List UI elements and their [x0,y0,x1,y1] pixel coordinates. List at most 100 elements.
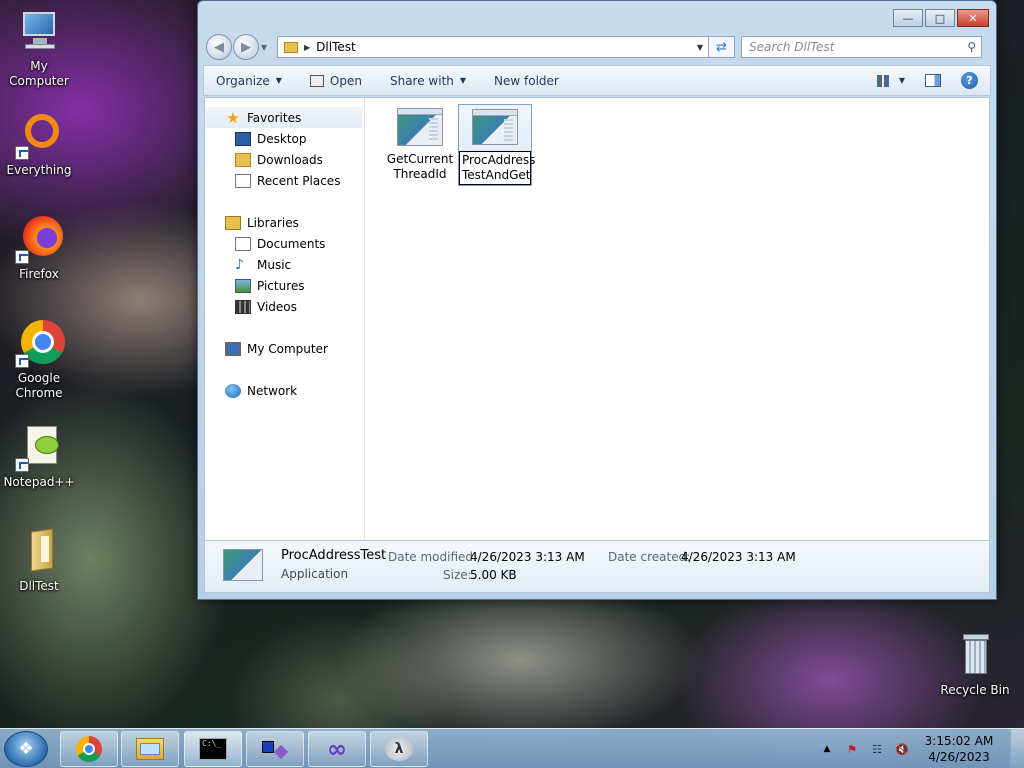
shortcut-arrow-icon [15,250,29,264]
size-label: Size: [443,568,472,582]
search-input[interactable]: Search DllTest ⚲ [741,36,982,58]
nav-item-my-computer[interactable]: My Computer [205,338,364,359]
minimize-button[interactable]: — [893,9,923,27]
chevron-down-icon: ▼ [275,76,282,85]
desktop-icon [235,131,251,146]
folder-icon [284,41,298,53]
view-dropdown-icon[interactable]: ▼ [899,76,905,85]
navigation-pane: ★ Favorites Desktop Downloads Recent Pla… [205,98,365,540]
everything-icon [15,112,63,160]
organize-button[interactable]: Organize ▼ [216,74,282,88]
nav-item-label: Downloads [257,152,323,167]
file-name-line: GetCurrent [386,152,454,166]
forward-button[interactable]: ▶ [233,34,259,60]
share-with-label: Share with [389,73,454,88]
desktop-icon-label: Everything [6,163,72,177]
taskbar: ❖ C:\_ ∞ λ ▲ ⚑ ☷ 🔇 3:15:02 AM 4/26/2023 [0,728,1024,768]
nav-item-label: Music [257,257,292,272]
show-desktop-button[interactable] [1010,729,1024,768]
shortcut-arrow-icon [15,354,29,368]
close-button[interactable]: ✕ [957,9,989,27]
computer-icon [225,341,241,356]
recycle-bin-icon [951,632,999,680]
rename-input[interactable]: ProcAddress TestAndGet [459,151,536,185]
desktop-icon-label: Notepad++ [3,475,75,489]
help-icon[interactable]: ? [961,72,978,89]
date-modified-label: Date modified: [388,550,478,564]
desktop-icon-label: DllTest [19,579,59,593]
desktop-icon-label: My Computer [9,59,69,88]
desktop-icon-recycle-bin[interactable]: Recycle Bin [937,632,1013,698]
size-value: 5.00 KB [470,568,517,582]
nav-item-label: Desktop [257,131,307,146]
details-pane: ProcAddressTest Application Date modifie… [204,541,990,593]
breadcrumb-current-folder[interactable]: DllTest [316,40,356,54]
nav-item-libraries[interactable]: Libraries [205,212,364,233]
breadcrumb-arrow-icon[interactable]: ▶ [304,43,310,52]
organize-label: Organize [216,73,270,88]
desktop-icon-google-chrome[interactable]: Google Chrome [1,320,77,401]
preview-pane-icon[interactable] [925,74,941,87]
start-button[interactable]: ❖ [4,731,48,767]
new-folder-button[interactable]: New folder [494,74,559,88]
desktop-icon-dlltest[interactable]: DllTest [1,528,77,594]
computer-icon [15,8,63,56]
taskbar-lambda-button[interactable]: λ [370,731,428,767]
desktop-icon-everything[interactable]: Everything [1,112,77,178]
windows-logo-icon: ❖ [18,739,34,759]
command-bar: Organize ▼ Open Share with ▼ New folder … [203,65,991,96]
explorer-window: — □ ✕ ◀ ▶ ▼ ▶ DllTest ▼ ⇄ Search DllTest… [197,0,997,600]
action-center-flag-icon[interactable]: ⚑ [843,741,861,757]
rename-text-line: ProcAddress [462,153,536,167]
back-button[interactable]: ◀ [206,34,232,60]
volume-muted-icon[interactable]: 🔇 [893,741,911,757]
file-list: GetCurrent ThreadId ProcAddress TestAndG… [366,98,989,540]
refresh-button[interactable]: ⇄ [709,36,735,58]
open-button[interactable]: Open [309,74,362,88]
maximize-button[interactable]: □ [925,9,955,27]
taskbar-visual-studio-button[interactable]: ∞ [308,731,366,767]
address-bar[interactable]: ▶ DllTest ▼ [277,36,709,58]
open-icon [309,74,324,87]
file-item[interactable]: GetCurrent ThreadId [383,104,457,186]
nav-item-recent-places[interactable]: Recent Places [205,170,364,191]
desktop-icon-firefox[interactable]: Firefox [1,216,77,282]
change-view-icon[interactable] [876,74,891,87]
taskbar-flow-button[interactable] [246,731,304,767]
nav-item-desktop[interactable]: Desktop [205,128,364,149]
nav-item-label: Network [247,383,298,398]
nav-item-downloads[interactable]: Downloads [205,149,364,170]
taskbar-chrome-button[interactable] [60,731,118,767]
taskbar-clock[interactable]: 3:15:02 AM 4/26/2023 [918,733,1000,765]
file-item-selected[interactable]: ProcAddress TestAndGet [458,104,536,186]
nav-item-documents[interactable]: Documents [205,233,364,254]
firefox-icon [15,216,63,264]
visual-studio-icon: ∞ [327,735,347,763]
shortcut-arrow-icon [15,146,29,160]
nav-item-music[interactable]: ♪ Music [205,254,364,275]
taskbar-explorer-button[interactable] [121,731,179,767]
nav-item-videos[interactable]: Videos [205,296,364,317]
pictures-icon [235,278,251,293]
navigation-bar: ◀ ▶ ▼ ▶ DllTest ▼ ⇄ Search DllTest ⚲ [206,34,988,60]
desktop-icon-label: Recycle Bin [940,683,1010,697]
nav-item-network[interactable]: Network [205,380,364,401]
caption-buttons: — □ ✕ [893,9,989,27]
desktop-icon-notepad-plus-plus[interactable]: Notepad++ [1,424,77,490]
date-created-value: 4/26/2023 3:13 AM [681,550,796,564]
share-with-button[interactable]: Share with ▼ [390,74,466,88]
libraries-icon [225,215,241,230]
taskbar-cmd-button[interactable]: C:\_ [184,731,242,767]
file-name-line: ThreadId [393,167,447,181]
search-icon[interactable]: ⚲ [967,40,976,54]
network-tray-icon[interactable]: ☷ [868,741,886,757]
recent-pages-dropdown[interactable]: ▼ [261,43,271,52]
nav-item-label: Recent Places [257,173,341,188]
desktop-icon-my-computer[interactable]: My Computer [1,8,77,89]
nav-item-favorites[interactable]: ★ Favorites [205,107,362,128]
explorer-icon [136,738,164,760]
network-icon [225,383,241,398]
show-hidden-icons-arrow[interactable]: ▲ [818,741,836,757]
address-dropdown-icon[interactable]: ▼ [692,43,708,52]
nav-item-pictures[interactable]: Pictures [205,275,364,296]
